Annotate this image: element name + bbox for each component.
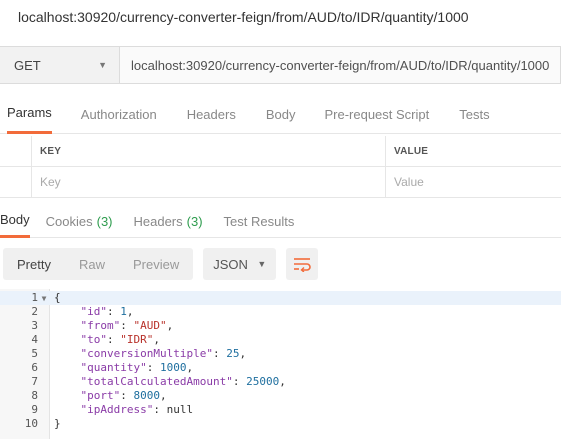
value-column-header: VALUE bbox=[394, 145, 429, 157]
code-line: 8 "port": 8000, bbox=[0, 389, 561, 403]
params-header-row: KEY VALUE bbox=[0, 136, 561, 167]
cookies-count-badge: (3) bbox=[96, 213, 113, 229]
code-text: "conversionMultiple": 25, bbox=[80, 347, 247, 360]
params-empty-row: Key Value bbox=[0, 167, 561, 198]
line-number: 5 bbox=[31, 347, 38, 360]
line-number: 8 bbox=[31, 389, 38, 402]
request-bar: GET ▼ localhost:30920/currency-converter… bbox=[0, 46, 561, 84]
chevron-down-icon: ▼ bbox=[98, 60, 107, 70]
method-label: GET bbox=[14, 57, 41, 73]
params-checkbox-column bbox=[0, 136, 32, 166]
param-enable-checkbox[interactable] bbox=[0, 167, 32, 197]
code-line: 9 "ipAddress": null bbox=[0, 403, 561, 417]
param-value-placeholder: Value bbox=[394, 175, 424, 189]
method-select[interactable]: GET ▼ bbox=[0, 46, 119, 84]
tab-pre-request-script[interactable]: Pre-request Script bbox=[324, 94, 429, 134]
fold-toggle-icon[interactable]: ▼ bbox=[38, 292, 50, 306]
request-tabs: Params Authorization Headers Body Pre-re… bbox=[0, 94, 561, 134]
tab-tests[interactable]: Tests bbox=[459, 94, 489, 134]
line-number: 9 bbox=[31, 403, 38, 416]
key-column-header: KEY bbox=[40, 145, 62, 157]
response-tab-body-label: Body bbox=[0, 212, 30, 227]
params-table: KEY VALUE Key Value bbox=[0, 136, 561, 198]
response-tabs: Body Cookies (3) Headers (3) Test Result… bbox=[0, 204, 561, 238]
code-text: "ipAddress": null bbox=[80, 403, 194, 416]
view-mode-raw[interactable]: Raw bbox=[65, 248, 119, 280]
response-tab-test-results[interactable]: Test Results bbox=[224, 204, 295, 238]
response-tab-test-results-label: Test Results bbox=[223, 213, 295, 229]
param-value-input[interactable]: Value bbox=[386, 167, 561, 197]
response-tab-body[interactable]: Body bbox=[0, 204, 30, 238]
code-text: { bbox=[54, 291, 61, 304]
view-mode-pretty[interactable]: Pretty bbox=[3, 248, 65, 280]
code-text: "quantity": 1000, bbox=[80, 361, 194, 374]
line-number: 6 bbox=[31, 361, 38, 374]
param-key-input[interactable]: Key bbox=[32, 167, 386, 197]
code-text: "totalCalculatedAmount": 25000, bbox=[80, 375, 286, 388]
code-line: 10} bbox=[0, 417, 561, 431]
line-number: 2 bbox=[31, 305, 38, 318]
code-text: } bbox=[54, 417, 61, 430]
view-mode-group: Pretty Raw Preview bbox=[3, 248, 194, 280]
response-body-editor[interactable]: 1 ▼{2 "id": 1, 3 "from": "AUD", 4 "to": "ID… bbox=[0, 289, 561, 439]
code-line: 1 ▼ { bbox=[0, 291, 561, 305]
line-number: 4 bbox=[31, 333, 38, 346]
code-text: "port": 8000, bbox=[80, 389, 167, 402]
tab-authorization[interactable]: Authorization bbox=[81, 94, 157, 134]
code-text: "id": 1, bbox=[80, 305, 134, 318]
code-text: "from": "AUD", bbox=[80, 319, 174, 332]
wrap-lines-icon bbox=[294, 258, 311, 272]
line-number: 1 bbox=[31, 291, 38, 304]
code-line: 4 "to": "IDR", bbox=[0, 333, 561, 347]
line-number: 3 bbox=[31, 319, 38, 332]
tab-headers[interactable]: Headers bbox=[187, 94, 236, 134]
code-line: 7 "totalCalculatedAmount": 25000, bbox=[0, 375, 561, 389]
response-view-toolbar: Pretty Raw Preview JSON ▼ bbox=[3, 248, 319, 280]
tab-params[interactable]: Params bbox=[7, 94, 52, 134]
url-input[interactable]: localhost:30920/currency-converter-feign… bbox=[119, 46, 561, 84]
code-text: "to": "IDR", bbox=[80, 333, 161, 346]
response-tab-headers[interactable]: Headers (3) bbox=[134, 204, 203, 238]
code-line: 3 "from": "AUD", bbox=[0, 319, 561, 333]
format-label: JSON bbox=[213, 256, 248, 272]
param-key-placeholder: Key bbox=[40, 175, 61, 189]
view-mode-preview[interactable]: Preview bbox=[119, 248, 193, 280]
code-line: 2 "id": 1, bbox=[0, 305, 561, 319]
response-tab-cookies-label: Cookies bbox=[45, 213, 93, 229]
response-tab-headers-label: Headers bbox=[133, 213, 183, 229]
headers-count-badge: (3) bbox=[186, 213, 203, 229]
format-select[interactable]: JSON ▼ bbox=[203, 248, 277, 280]
line-number: 10 bbox=[24, 417, 38, 430]
chevron-down-icon: ▼ bbox=[257, 259, 267, 269]
wrap-lines-button[interactable] bbox=[286, 248, 319, 280]
code-line: 5 "conversionMultiple": 25, bbox=[0, 347, 561, 361]
request-title: localhost:30920/currency-converter-feign… bbox=[18, 9, 469, 25]
response-tab-cookies[interactable]: Cookies (3) bbox=[46, 204, 113, 238]
line-number: 7 bbox=[31, 375, 38, 388]
code-line: 6 "quantity": 1000, bbox=[0, 361, 561, 375]
tab-body[interactable]: Body bbox=[266, 94, 296, 134]
